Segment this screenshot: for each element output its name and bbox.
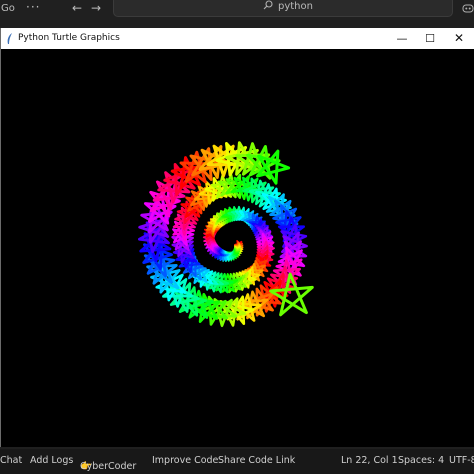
- ellipsis-icon[interactable]: ···: [26, 0, 40, 14]
- encoding-setting[interactable]: UTF-8: [449, 455, 474, 466]
- turtle-graphics-window: Python Turtle Graphics — ☐ ✕: [0, 28, 474, 447]
- close-icon[interactable]: ✕: [447, 30, 471, 47]
- search-text: python: [278, 1, 313, 12]
- copilot-icon[interactable]: [462, 2, 474, 14]
- command-search-box[interactable]: python: [113, 0, 453, 17]
- editor-topbar: Go ··· ← → python: [0, 0, 474, 20]
- feather-icon: [7, 33, 12, 44]
- menu-go[interactable]: Go: [1, 3, 15, 14]
- search-icon: [263, 0, 273, 10]
- cybercoder-label: CyberCoder: [80, 461, 137, 472]
- indentation-setting[interactable]: Spaces: 4: [398, 455, 444, 466]
- improve-code-button[interactable]: Improve Code: [152, 455, 218, 466]
- turtle-canvas: [1, 49, 474, 447]
- minimize-icon[interactable]: —: [390, 30, 414, 47]
- arrow-right-icon[interactable]: →: [91, 1, 101, 15]
- arrow-left-icon[interactable]: ←: [72, 1, 82, 15]
- window-titlebar[interactable]: Python Turtle Graphics — ☐ ✕: [1, 28, 474, 49]
- share-code-link-button[interactable]: Share Code Link: [218, 455, 295, 466]
- add-logs-button[interactable]: Add Logs: [30, 455, 73, 466]
- star-spiral-drawing: [137, 141, 314, 328]
- maximize-icon[interactable]: ☐: [418, 30, 442, 47]
- chat-button[interactable]: Chat: [0, 455, 22, 466]
- editor-statusbar: Chat Add Logs 👉 CyberCoder Improve Code S…: [0, 449, 474, 474]
- window-title: Python Turtle Graphics: [18, 33, 120, 43]
- cursor-position[interactable]: Ln 22, Col 1: [341, 455, 398, 466]
